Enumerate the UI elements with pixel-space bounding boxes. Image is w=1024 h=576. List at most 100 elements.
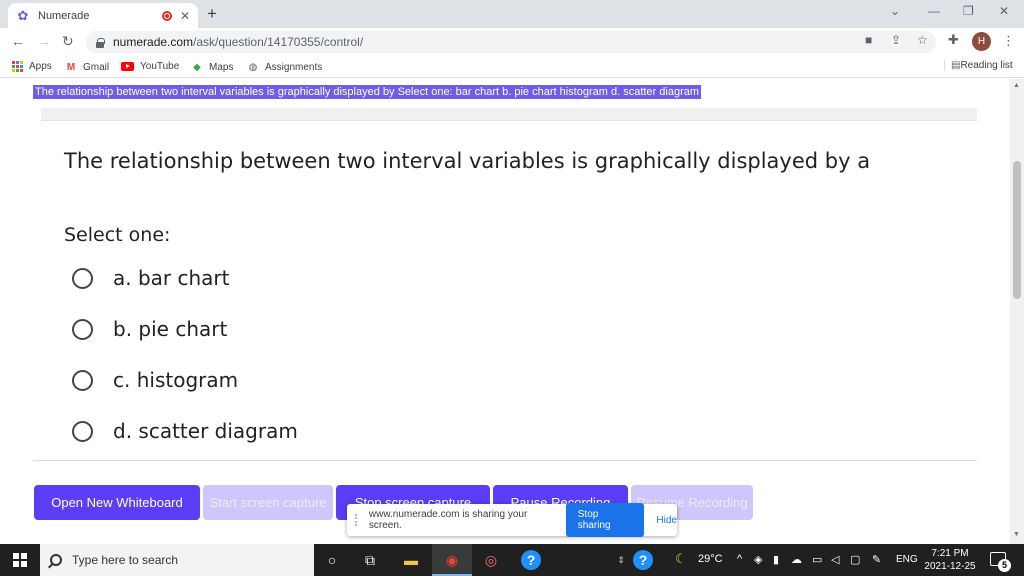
extensions-puzzle-icon[interactable]: ✚: [948, 32, 959, 48]
bookmark-gmail[interactable]: M Gmail: [65, 61, 109, 73]
search-placeholder: Type here to search: [72, 553, 179, 567]
stop-sharing-button[interactable]: Stop sharing: [565, 503, 645, 537]
task-view-icon[interactable]: ⧉: [360, 550, 380, 570]
weather-moon-icon[interactable]: ☾: [675, 551, 687, 567]
system-clock[interactable]: 7:21 PM 2021-12-25: [922, 547, 978, 573]
tab-strip: ✿ Numerade ✕ + ⌄ — ❐ ✕: [0, 0, 1024, 28]
question-card-header: [41, 108, 977, 121]
option-a[interactable]: a. bar chart: [72, 266, 230, 290]
url-host: numerade.com: [113, 35, 194, 49]
reading-list-label: Reading list: [960, 60, 1013, 71]
file-explorer-icon[interactable]: ▬: [401, 550, 421, 570]
option-label: c. histogram: [113, 368, 239, 392]
recording-indicator-icon: [161, 10, 172, 21]
clock-date: 2021-12-25: [924, 561, 976, 572]
radio-button[interactable]: [72, 369, 93, 391]
radio-button[interactable]: [72, 420, 93, 442]
pen-icon[interactable]: ✎: [872, 553, 881, 566]
option-d[interactable]: d. scatter diagram: [72, 419, 298, 443]
search-icon: [50, 554, 62, 566]
drag-handle-icon[interactable]: [355, 514, 361, 526]
page-content: The relationship between two interval va…: [0, 79, 1010, 544]
taskbar-search-box[interactable]: Type here to search: [40, 544, 314, 576]
screen-share-banner: www.numerade.com is sharing your screen.…: [347, 503, 677, 537]
cloud-icon[interactable]: ☁: [791, 553, 802, 566]
scroll-down-icon[interactable]: ▼: [1013, 531, 1020, 538]
hide-banner-link[interactable]: Hide: [656, 515, 677, 526]
camera-in-use-icon[interactable]: ■: [865, 33, 872, 47]
bookmark-label: Gmail: [83, 61, 110, 73]
bookmark-star-icon[interactable]: ☆: [917, 33, 928, 47]
scroll-up-icon[interactable]: ▲: [1013, 82, 1020, 89]
browser-toolbar: ← → ↻ numerade.com /ask/question/1417035…: [0, 28, 1024, 56]
bookmark-maps[interactable]: ◆ Maps: [191, 61, 233, 73]
question-text: The relationship between two interval va…: [64, 149, 871, 173]
tab-close-icon[interactable]: ✕: [180, 9, 190, 23]
numerade-favicon-icon: ✿: [17, 7, 29, 23]
open-whiteboard-button[interactable]: Open New Whiteboard: [34, 485, 200, 520]
option-label: a. bar chart: [113, 266, 230, 290]
page-scrollbar[interactable]: ▲ ▼: [1010, 79, 1024, 544]
globe-icon: ◍: [248, 61, 258, 73]
bookmark-youtube[interactable]: YouTube: [121, 61, 179, 72]
divider: [33, 460, 977, 461]
gmail-icon: M: [66, 61, 76, 73]
temperature-label[interactable]: 29°C: [698, 553, 723, 565]
reading-list-button[interactable]: ▤ Reading list: [944, 60, 1013, 71]
browser-menu-icon[interactable]: ⋮: [1002, 33, 1015, 49]
select-one-label: Select one:: [64, 224, 171, 246]
profile-avatar[interactable]: H: [972, 32, 991, 51]
media-app-icon[interactable]: ◎: [481, 550, 501, 570]
bookmark-label: Assignments: [265, 61, 323, 73]
microphone-icon[interactable]: ▮: [773, 553, 779, 566]
share-message: www.numerade.com is sharing your screen.: [368, 509, 528, 531]
radio-button[interactable]: [72, 267, 93, 289]
window-close-icon[interactable]: ✕: [999, 4, 1009, 18]
radio-button[interactable]: [72, 318, 93, 340]
bookmark-label: Maps: [209, 61, 234, 73]
back-arrow-icon[interactable]: ←: [11, 33, 25, 49]
browser-tab[interactable]: ✿ Numerade ✕: [8, 3, 198, 28]
dropbox-icon[interactable]: ◈: [754, 553, 762, 566]
address-bar[interactable]: numerade.com /ask/question/14170355/cont…: [86, 31, 936, 53]
selected-question-text: The relationship between two interval va…: [33, 85, 702, 99]
lock-icon: [96, 37, 105, 48]
maps-pin-icon: ◆: [193, 61, 201, 73]
apps-grid-icon: [12, 61, 23, 72]
windows-taskbar: Type here to search ○ ⧉ ▬ ◉ ◎ ? ⇕ ? ☾ 29…: [0, 544, 1024, 576]
tab-search-chevron-icon[interactable]: ⌄: [890, 4, 900, 18]
show-hidden-icons-icon[interactable]: ^: [737, 553, 742, 565]
option-c[interactable]: c. histogram: [72, 368, 238, 392]
reload-icon[interactable]: ↻: [62, 33, 74, 50]
battery-icon[interactable]: ▭: [812, 553, 822, 566]
scrollbar-thumb[interactable]: [1013, 161, 1021, 299]
youtube-icon: [121, 62, 134, 71]
bookmark-apps[interactable]: Apps: [12, 61, 52, 72]
forward-arrow-icon[interactable]: →: [37, 33, 51, 49]
url-path: /ask/question/14170355/control/: [193, 35, 364, 49]
option-label: b. pie chart: [113, 317, 228, 341]
help-app-icon[interactable]: ?: [521, 550, 541, 570]
volume-icon[interactable]: ◁: [831, 553, 839, 566]
display-icon[interactable]: ▢: [850, 553, 860, 566]
taskbar-scroll-icon[interactable]: ⇕: [611, 550, 631, 570]
share-icon[interactable]: ⇪: [891, 33, 901, 47]
get-help-icon[interactable]: ?: [633, 550, 653, 570]
cortana-circle-icon[interactable]: ○: [322, 550, 342, 570]
bookmark-label: Apps: [29, 61, 52, 72]
windows-start-icon[interactable]: [13, 553, 27, 567]
tab-title: Numerade: [38, 9, 90, 22]
option-b[interactable]: b. pie chart: [72, 317, 227, 341]
language-indicator[interactable]: ENG: [896, 554, 918, 565]
chrome-icon[interactable]: ◉: [442, 550, 462, 570]
minimize-icon[interactable]: —: [928, 4, 940, 18]
restore-icon[interactable]: ❐: [963, 4, 974, 18]
bookmarks-bar: Apps M Gmail YouTube ◆ Maps ◍ Assignment…: [0, 56, 1024, 78]
clock-time: 7:21 PM: [931, 548, 969, 559]
reading-list-icon: ▤: [951, 60, 961, 71]
option-label: d. scatter diagram: [113, 419, 298, 443]
bookmark-assignments[interactable]: ◍ Assignments: [247, 61, 323, 73]
new-tab-icon[interactable]: +: [207, 4, 217, 24]
start-screen-capture-button[interactable]: Start screen capture: [203, 485, 333, 520]
notification-count-badge: 5: [998, 559, 1011, 572]
